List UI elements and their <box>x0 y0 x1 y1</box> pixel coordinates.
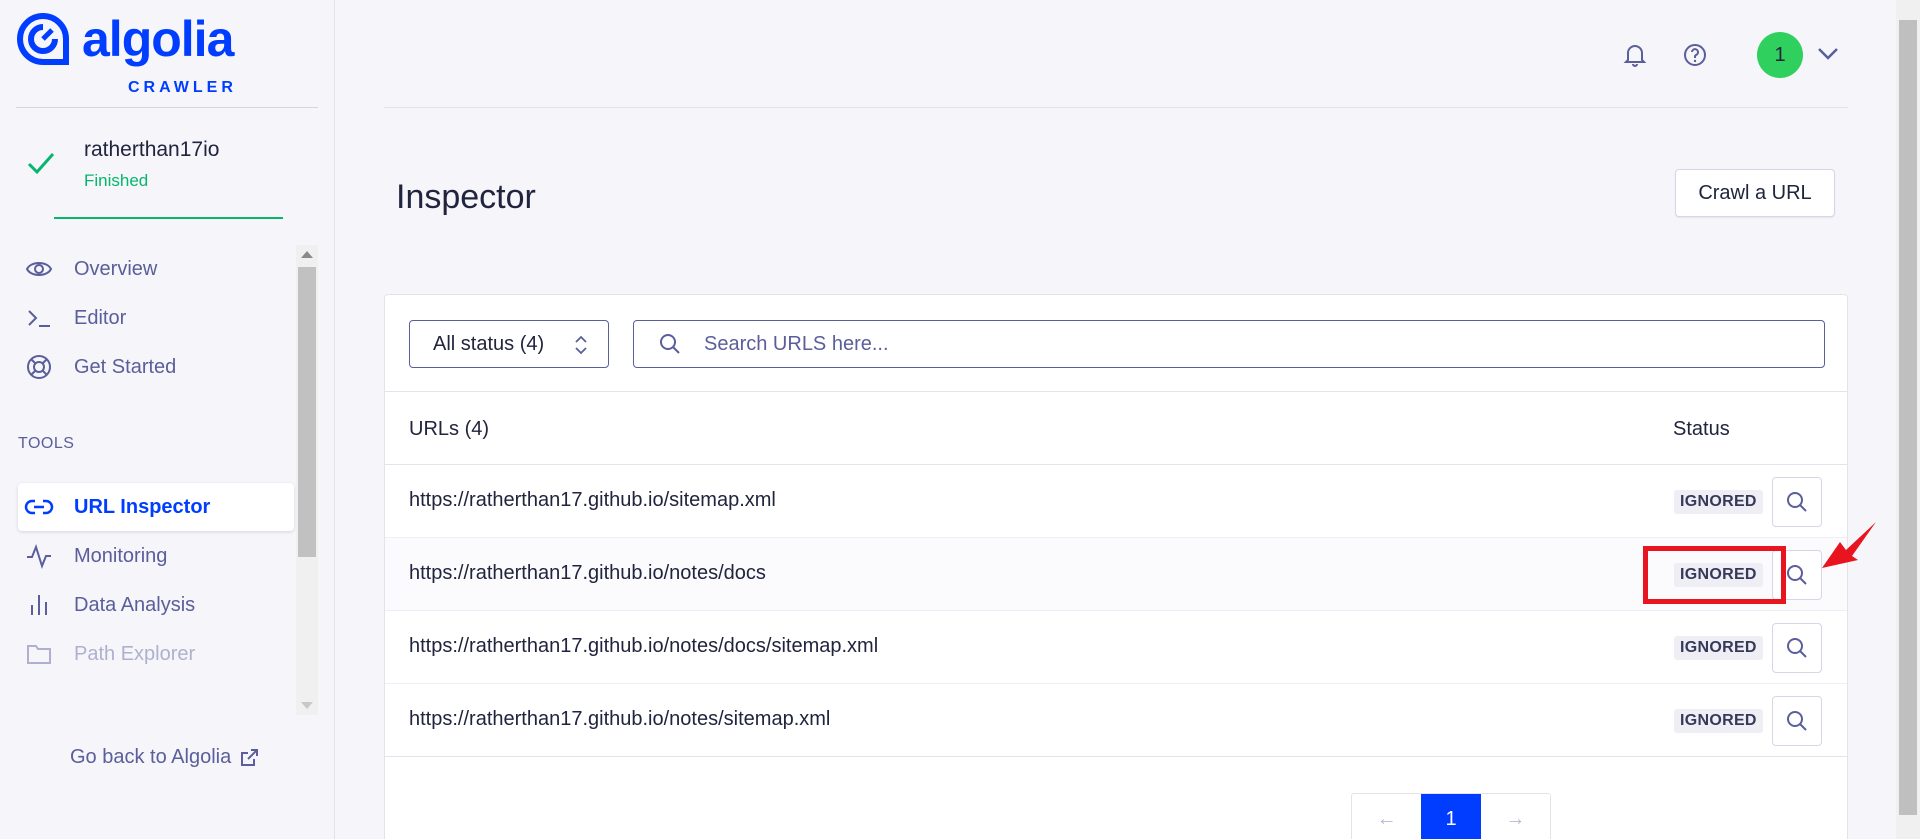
sidebar-item-data-analysis[interactable]: Data Analysis <box>18 581 294 629</box>
sidebar-item-label: Data Analysis <box>74 593 196 616</box>
sidebar-item-label: URL Inspector <box>74 495 211 518</box>
pagination-next-button[interactable]: → <box>1481 794 1550 839</box>
window-scrollbar[interactable] <box>1896 0 1920 839</box>
status-badge: IGNORED <box>1674 636 1763 660</box>
status-filter-select[interactable]: All status (4) <box>409 320 609 368</box>
sidebar-item-get-started[interactable]: Get Started <box>18 343 294 391</box>
help-icon[interactable] <box>1682 42 1708 68</box>
sidebar-item-editor[interactable]: Editor <box>18 294 294 342</box>
activity-icon <box>24 541 54 571</box>
window-scroll-thumb[interactable] <box>1899 20 1917 815</box>
algolia-logo-icon <box>17 12 69 65</box>
main-content: 1 Inspector Crawl a URL All status (4) U… <box>336 0 1896 839</box>
select-arrows-icon <box>575 335 587 355</box>
status-badge: IGNORED <box>1674 709 1763 733</box>
status-underline <box>54 217 283 219</box>
table-row: https://ratherthan17.github.io/notes/doc… <box>385 611 1847 684</box>
bell-icon[interactable] <box>1622 42 1648 68</box>
search-icon <box>1787 565 1807 585</box>
crawler-state: Finished <box>84 171 149 190</box>
eye-icon <box>24 254 54 284</box>
go-back-link[interactable]: Go back to Algolia <box>70 746 259 769</box>
sidebar-scroll-thumb[interactable] <box>298 267 316 557</box>
avatar[interactable]: 1 <box>1757 32 1803 78</box>
bar-chart-icon <box>24 590 54 620</box>
sidebar-item-path-explorer[interactable]: Path Explorer <box>18 630 294 678</box>
inspect-url-button[interactable] <box>1772 696 1822 746</box>
table-row: https://ratherthan17.github.io/notes/sit… <box>385 684 1847 757</box>
annotation-arrow-icon <box>1822 522 1876 568</box>
chevron-down-icon[interactable] <box>1816 44 1840 64</box>
inspect-url-button[interactable] <box>1772 623 1822 673</box>
sidebar-item-overview[interactable]: Overview <box>18 245 294 293</box>
header-divider <box>384 107 1848 108</box>
sidebar-item-label: Overview <box>74 257 158 280</box>
sidebar-item-label: Path Explorer <box>74 642 196 665</box>
search-icon <box>1787 711 1807 731</box>
crawler-status[interactable]: ratherthan17io Finished <box>26 134 326 194</box>
table-header: URLs (4) Status <box>385 391 1847 465</box>
external-link-icon <box>241 748 259 766</box>
go-back-label: Go back to Algolia <box>70 746 232 768</box>
column-header-urls: URLs (4) <box>409 418 490 440</box>
sidebar-item-url-inspector[interactable]: URL Inspector <box>18 483 294 531</box>
check-icon <box>27 153 55 175</box>
search-icon <box>660 334 680 354</box>
row-url: https://ratherthan17.github.io/notes/doc… <box>409 562 766 584</box>
search-icon <box>1787 492 1807 512</box>
folder-icon <box>24 639 54 669</box>
annotation-highlight-box <box>1643 546 1786 604</box>
sidebar-item-label: Get Started <box>74 355 177 378</box>
algolia-logo[interactable]: algolia <box>16 11 234 67</box>
crawl-url-button[interactable]: Crawl a URL <box>1675 169 1835 217</box>
scroll-down-arrow-icon[interactable] <box>301 702 313 709</box>
row-url: https://ratherthan17.github.io/sitemap.x… <box>409 489 776 511</box>
sidebar-item-monitoring[interactable]: Monitoring <box>18 532 294 580</box>
table-row: https://ratherthan17.github.io/notes/doc… <box>385 538 1847 611</box>
scroll-up-arrow-icon[interactable] <box>301 251 313 258</box>
inspect-url-button[interactable] <box>1772 477 1822 527</box>
sidebar-item-label: Monitoring <box>74 544 168 567</box>
pagination: ← 1 → <box>1351 793 1551 839</box>
sidebar: algolia CRAWLER ratherthan17io Finished … <box>0 0 335 839</box>
sidebar-divider <box>16 107 318 108</box>
tools-section-label: TOOLS <box>18 435 75 452</box>
url-search-field[interactable] <box>633 320 1825 368</box>
sidebar-scrollbar[interactable] <box>296 245 318 715</box>
lifebuoy-icon <box>24 352 54 382</box>
search-input[interactable] <box>704 332 1784 356</box>
pagination-current-page[interactable]: 1 <box>1421 794 1481 839</box>
page-title: Inspector <box>396 178 536 216</box>
row-url: https://ratherthan17.github.io/notes/doc… <box>409 635 879 657</box>
link-icon <box>24 492 54 522</box>
brand-name: algolia <box>82 11 234 67</box>
terminal-icon <box>24 303 54 333</box>
row-url: https://ratherthan17.github.io/notes/sit… <box>409 708 831 730</box>
status-filter-value: All status (4) <box>433 332 545 355</box>
inspector-card: All status (4) URLs (4) Status https://r… <box>384 294 1848 839</box>
table-row: https://ratherthan17.github.io/sitemap.x… <box>385 465 1847 538</box>
sidebar-item-label: Editor <box>74 306 127 329</box>
product-name: CRAWLER <box>128 79 237 96</box>
pagination-prev-button[interactable]: ← <box>1352 794 1421 839</box>
search-icon <box>1787 638 1807 658</box>
column-header-status: Status <box>1673 418 1730 440</box>
status-badge: IGNORED <box>1674 490 1763 514</box>
crawler-name: ratherthan17io <box>84 138 220 161</box>
sidebar-nav: Overview Editor Get Started TOOLS URL In… <box>0 245 318 715</box>
